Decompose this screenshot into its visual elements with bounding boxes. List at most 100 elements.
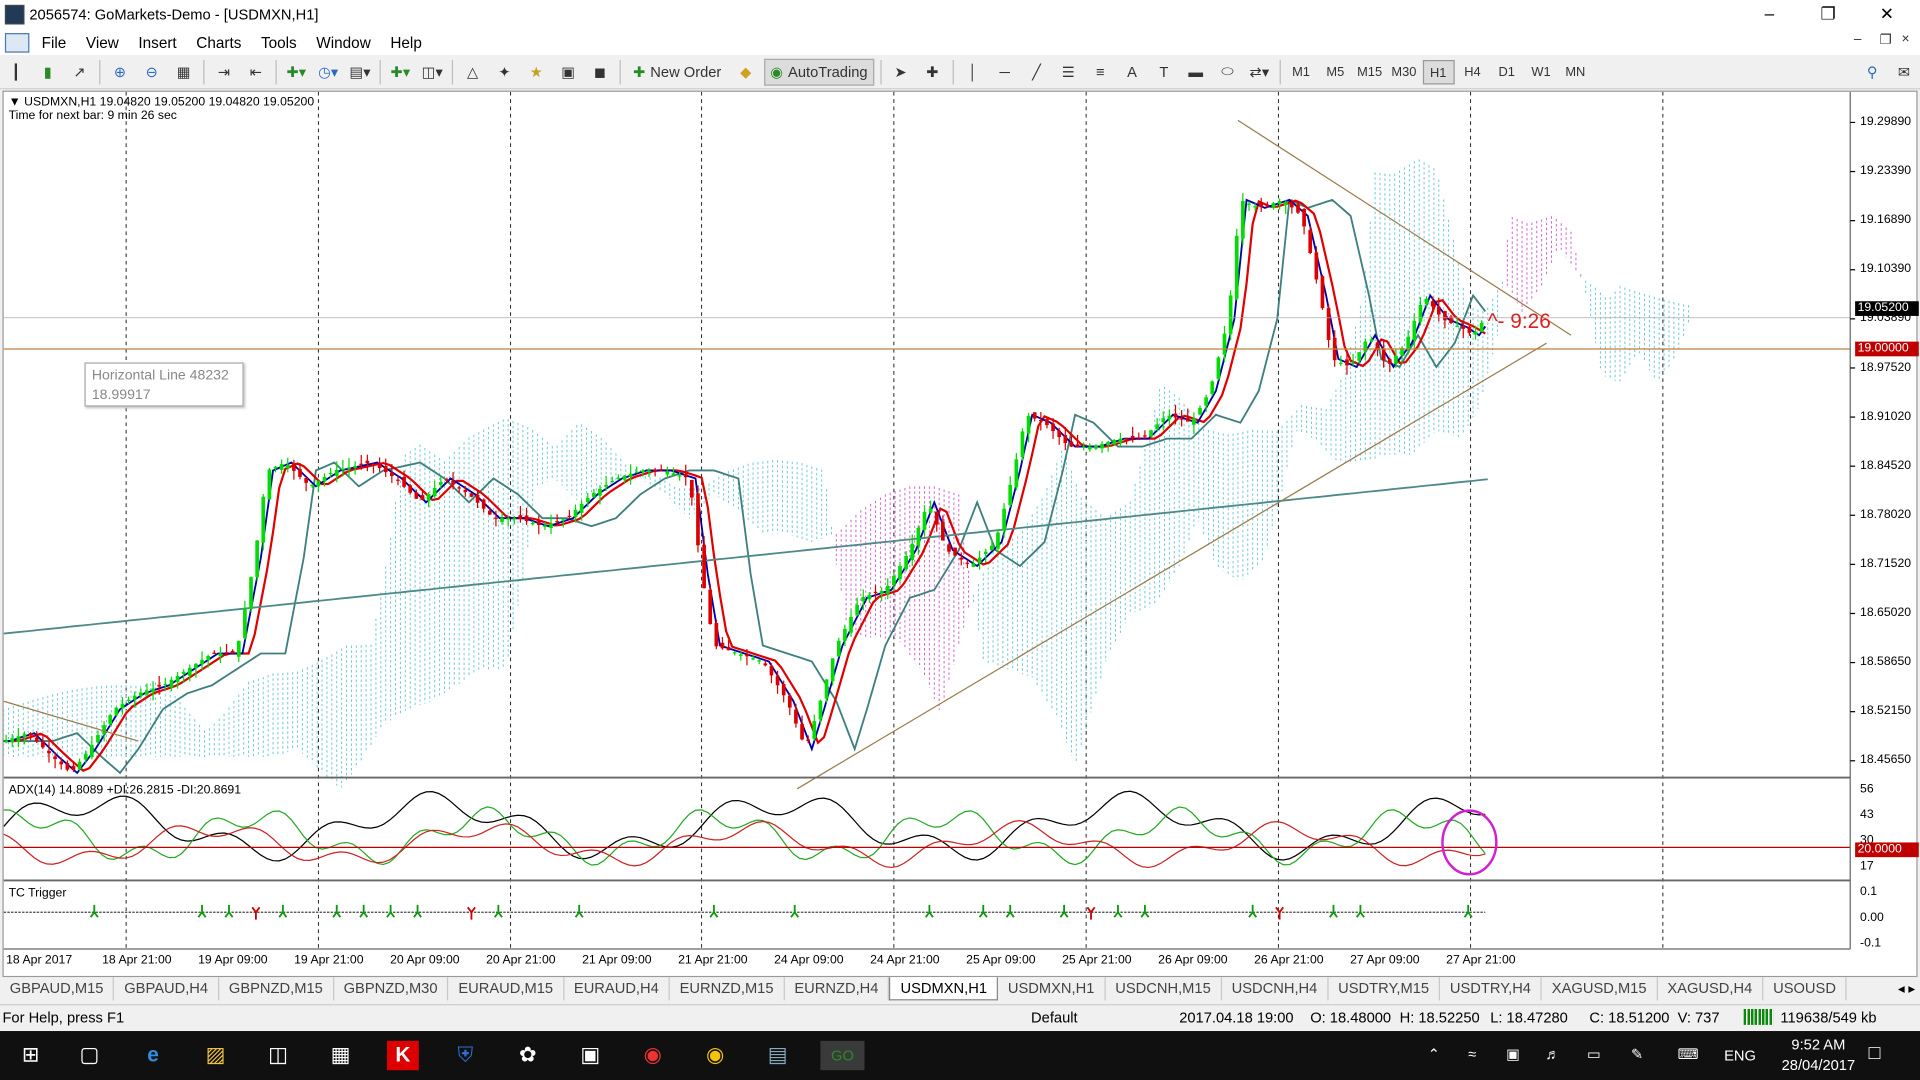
templates-icon[interactable]: ▤▾	[347, 58, 374, 85]
tab-gbpaud-m15[interactable]: GBPAUD,M15	[0, 977, 115, 1001]
navigator-icon[interactable]: ★	[523, 58, 550, 85]
wifi-icon[interactable]: ≈	[1468, 1046, 1476, 1063]
channel-icon[interactable]: ☰	[1055, 58, 1082, 85]
connection-icon[interactable]	[1743, 1008, 1774, 1025]
periods-icon[interactable]: ◷▾	[315, 58, 342, 85]
fibonacci-icon[interactable]: ≡	[1087, 58, 1114, 85]
menu-insert[interactable]: Insert	[129, 34, 187, 51]
timeframe-m1[interactable]: M1	[1285, 59, 1317, 83]
ellipse-icon[interactable]: ⬭	[1214, 58, 1241, 85]
chrome-icon[interactable]: ◉	[699, 1041, 731, 1070]
text-label-icon[interactable]: T	[1150, 58, 1177, 85]
volume-icon[interactable]: ♬	[1545, 1046, 1560, 1063]
keyboard-icon[interactable]: ⌨	[1678, 1046, 1699, 1063]
tab-usousd[interactable]: USOUSD	[1763, 977, 1847, 1001]
chart-close-button[interactable]: ×	[1902, 32, 1910, 47]
chart-minimize-button[interactable]: –	[1854, 32, 1862, 47]
tray-up-icon[interactable]: ⌃	[1428, 1046, 1440, 1063]
menu-tools[interactable]: Tools	[251, 34, 306, 51]
gallery-icon[interactable]: ▤	[762, 1041, 794, 1070]
tab-gbpnzd-m15[interactable]: GBPNZD,M15	[219, 977, 334, 1001]
calculator-icon[interactable]: ▦	[324, 1041, 356, 1070]
menu-file[interactable]: File	[32, 34, 76, 51]
notifications-icon[interactable]: □	[1869, 1043, 1881, 1065]
task-view-icon[interactable]: ▢	[73, 1041, 105, 1070]
strategy-tester-icon[interactable]: ◼	[587, 58, 614, 85]
network-icon[interactable]: ▣	[1506, 1046, 1520, 1063]
tab-euraud-m15[interactable]: EURAUD,M15	[449, 977, 565, 1001]
tab-gbpaud-h4[interactable]: GBPAUD,H4	[114, 977, 220, 1001]
edge-icon[interactable]: e	[137, 1041, 169, 1070]
search-icon[interactable]: ⚲	[1859, 58, 1886, 85]
profiles-icon[interactable]: ◫▾	[419, 58, 446, 85]
chat-icon[interactable]: ✉	[1891, 58, 1918, 85]
chart-window[interactable]: ▼ USDMXN,H1 19.04820 19.05200 19.04820 1…	[2, 90, 1919, 979]
menu-view[interactable]: View	[76, 34, 129, 51]
chart-shift-icon[interactable]: ⇤	[242, 58, 269, 85]
battery-icon[interactable]: ▭	[1587, 1046, 1601, 1063]
maximize-button[interactable]: ❐	[1800, 0, 1856, 29]
menu-window[interactable]: Window	[307, 34, 381, 51]
timeframe-m15[interactable]: M15	[1354, 59, 1386, 83]
timeframe-m30[interactable]: M30	[1388, 59, 1420, 83]
metatrader-taskbar-icon[interactable]: GO	[820, 1040, 865, 1071]
app-red-icon[interactable]: ◉	[637, 1041, 669, 1070]
text-icon[interactable]: A	[1119, 58, 1146, 85]
windows-start-icon[interactable]: ⊞	[15, 1041, 47, 1070]
tab-eurnzd-h4[interactable]: EURNZD,H4	[785, 977, 890, 1001]
horizontal-line-icon[interactable]: ─	[991, 58, 1018, 85]
timeframe-d1[interactable]: D1	[1491, 59, 1523, 83]
file-explorer-icon[interactable]: ▨	[200, 1041, 232, 1070]
rectangle-icon[interactable]: ▬	[1182, 58, 1209, 85]
tab-usdmxn-h1-active[interactable]: USDMXN,H1	[889, 977, 999, 1001]
arrows-icon[interactable]: ⇄▾	[1246, 58, 1273, 85]
language-indicator[interactable]: ENG	[1724, 1047, 1756, 1064]
menu-charts[interactable]: Charts	[186, 34, 251, 51]
vertical-line-icon[interactable]: │	[959, 58, 986, 85]
timeframe-w1[interactable]: W1	[1525, 59, 1557, 83]
chart-restore-button[interactable]: ❐	[1880, 32, 1892, 48]
tab-usdcnh-m15[interactable]: USDCNH,M15	[1105, 977, 1222, 1001]
mdi-icon[interactable]	[4, 32, 30, 53]
market-watch-icon[interactable]: △	[459, 58, 486, 85]
candlestick-icon[interactable]: ▮	[34, 58, 61, 85]
menu-help[interactable]: Help	[381, 34, 432, 51]
zoom-out-icon[interactable]: ⊖	[138, 58, 165, 85]
cursor-icon[interactable]: ➤	[887, 58, 914, 85]
pen-icon[interactable]: ✎	[1631, 1046, 1643, 1063]
shield-icon[interactable]: ⛨	[449, 1041, 481, 1070]
terminal-icon[interactable]: ▣	[555, 58, 582, 85]
tab-usdtry-m15[interactable]: USDTRY,M15	[1328, 977, 1441, 1001]
tile-windows-icon[interactable]: ▦	[170, 58, 197, 85]
tab-usdcnh-h4[interactable]: USDCNH,H4	[1222, 977, 1329, 1001]
timeframe-h4[interactable]: H4	[1457, 59, 1489, 83]
clock-time[interactable]: 9:52 AM	[1782, 1036, 1855, 1053]
clock-date[interactable]: 28/04/2017	[1769, 1057, 1867, 1074]
kaspersky-icon[interactable]: K	[386, 1040, 419, 1071]
tab-euraud-h4[interactable]: EURAUD,H4	[564, 977, 670, 1001]
chart-canvas[interactable]	[3, 91, 1919, 979]
minimize-button[interactable]: –	[1741, 0, 1797, 29]
close-button[interactable]: ✕	[1859, 0, 1915, 29]
indicators-icon[interactable]: ✚▾	[283, 58, 310, 85]
line-chart-icon[interactable]: ↗	[66, 58, 93, 85]
crosshair-icon[interactable]: ✚	[919, 58, 946, 85]
tab-usdmxn-h1[interactable]: USDMXN,H1	[998, 977, 1106, 1001]
bar-chart-icon[interactable]: ┃	[2, 58, 29, 85]
fan-icon[interactable]: ✿	[512, 1041, 544, 1070]
tab-eurnzd-m15[interactable]: EURNZD,M15	[670, 977, 785, 1001]
tab-gbpnzd-m30[interactable]: GBPNZD,M30	[334, 977, 449, 1001]
auto-scroll-icon[interactable]: ⇥	[211, 58, 238, 85]
timeframe-h1[interactable]: H1	[1422, 59, 1455, 84]
tab-scroll-arrows[interactable]: ◂ ▸	[1895, 977, 1918, 1001]
trendline-icon[interactable]: ╱	[1023, 58, 1050, 85]
tab-xagusd-h4[interactable]: XAGUSD,H4	[1658, 977, 1764, 1001]
new-order-button[interactable]: ✚ New Order	[627, 58, 728, 85]
autotrading-button[interactable]: ◉ AutoTrading	[764, 58, 874, 86]
metaeditor-icon[interactable]: ◆	[732, 58, 759, 85]
data-window-icon[interactable]: ✦	[491, 58, 518, 85]
camera-icon[interactable]: ▣	[574, 1041, 606, 1070]
tab-usdtry-h4[interactable]: USDTRY,H4	[1440, 977, 1543, 1001]
tab-xagusd-m15[interactable]: XAGUSD,M15	[1542, 977, 1658, 1001]
timeframe-mn[interactable]: MN	[1559, 59, 1591, 83]
